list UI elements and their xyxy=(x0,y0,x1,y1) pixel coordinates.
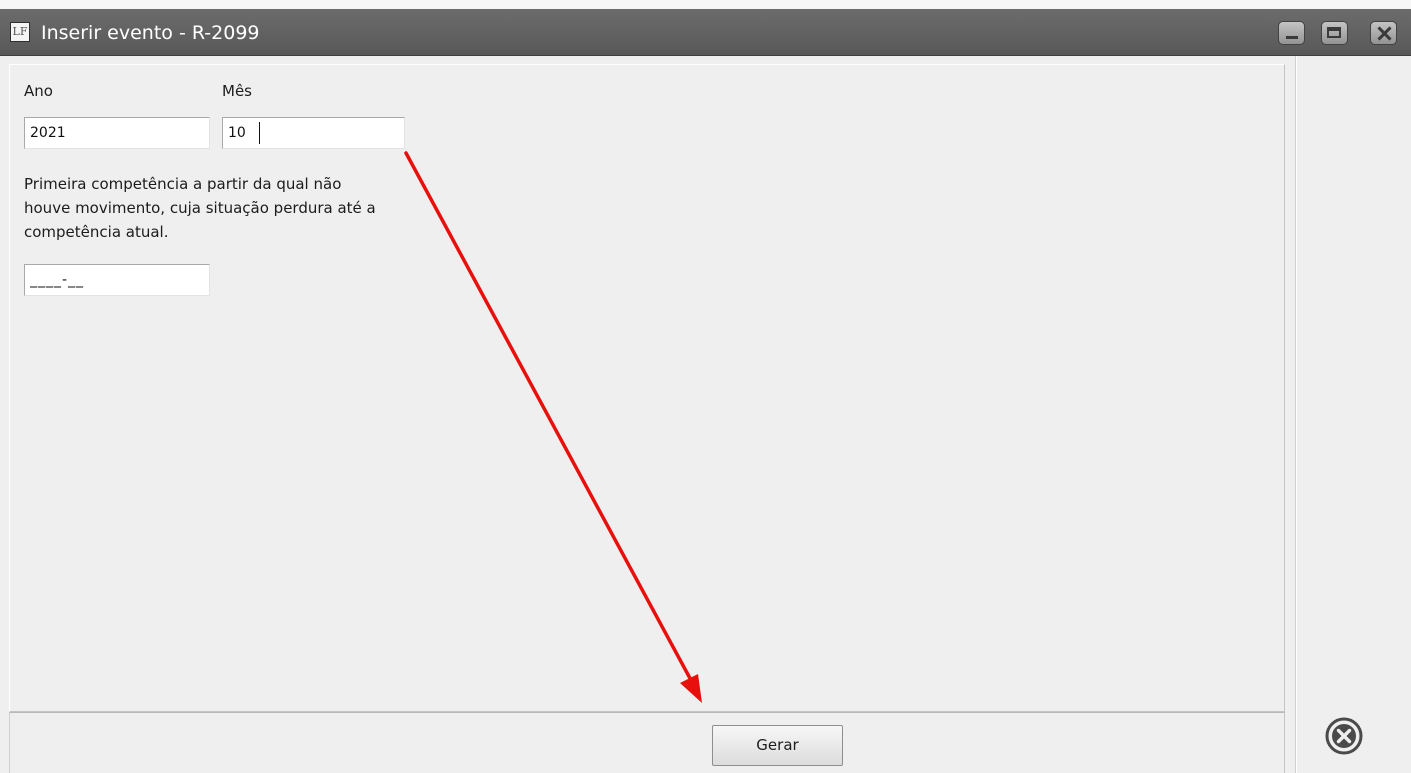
maximize-button[interactable] xyxy=(1321,21,1348,45)
footer-bar xyxy=(9,712,1285,773)
window-title: Inserir evento - R-2099 xyxy=(41,22,260,44)
title-bar[interactable]: LF Inserir evento - R-2099 xyxy=(0,9,1411,56)
app-icon: LF xyxy=(10,22,30,42)
mes-label: Mês xyxy=(222,82,252,100)
circle-x-icon[interactable] xyxy=(1324,716,1364,756)
ano-label: Ano xyxy=(24,82,53,100)
top-strip xyxy=(0,0,1411,9)
competencia-input[interactable] xyxy=(24,264,210,296)
gerar-button[interactable]: Gerar xyxy=(712,725,843,766)
ano-input[interactable] xyxy=(24,117,210,149)
right-divider-highlight xyxy=(1296,56,1297,773)
dialog-window: LF Inserir evento - R-2099 Ano Mês Prime… xyxy=(0,0,1411,773)
competencia-description: Primeira competência a partir da qual nã… xyxy=(24,175,376,241)
mes-input[interactable] xyxy=(222,117,405,149)
minimize-button[interactable] xyxy=(1278,21,1305,45)
text-caret xyxy=(259,122,260,144)
close-window-button[interactable] xyxy=(1370,21,1397,45)
form-panel xyxy=(9,64,1285,712)
